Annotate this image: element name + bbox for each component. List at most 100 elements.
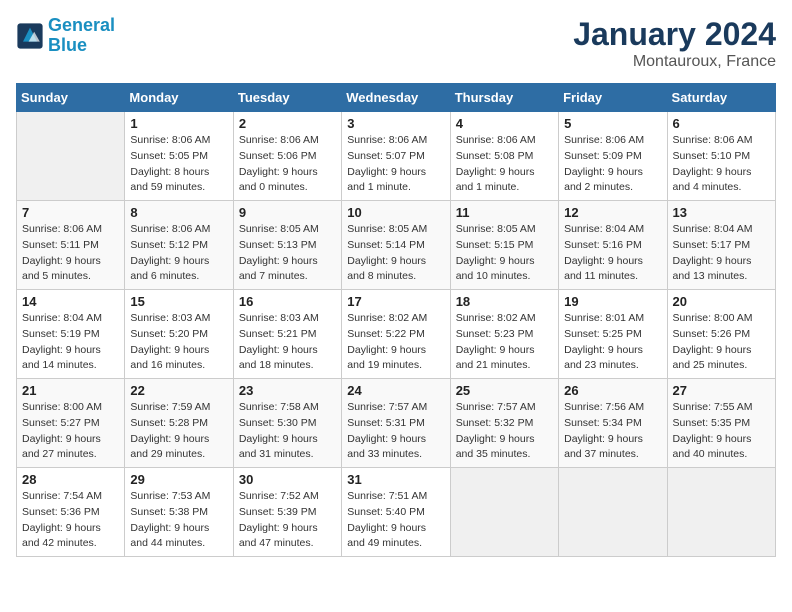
calendar-cell: 25 Sunrise: 7:57 AM Sunset: 5:32 PM Dayli… — [450, 379, 558, 468]
day-info: Sunrise: 8:02 AM Sunset: 5:22 PM Dayligh… — [347, 311, 444, 374]
day-number: 19 — [564, 294, 661, 309]
week-row-1: 7 Sunrise: 8:06 AM Sunset: 5:11 PM Daylig… — [17, 201, 776, 290]
day-number: 2 — [239, 116, 336, 131]
week-row-2: 14Sunrise: 8:04 AM Sunset: 5:19 PM Dayli… — [17, 290, 776, 379]
calendar-cell: 6 Sunrise: 8:06 AM Sunset: 5:10 PM Daylig… — [667, 112, 775, 201]
day-info: Sunrise: 7:52 AM Sunset: 5:39 PM Dayligh… — [239, 489, 336, 552]
day-info: Sunrise: 7:53 AM Sunset: 5:38 PM Dayligh… — [130, 489, 227, 552]
day-info: Sunrise: 8:04 AM Sunset: 5:16 PM Dayligh… — [564, 222, 661, 285]
calendar-cell — [17, 112, 125, 201]
day-info: Sunrise: 8:02 AM Sunset: 5:23 PM Dayligh… — [456, 311, 553, 374]
day-number: 27 — [673, 383, 770, 398]
header-row: SundayMondayTuesdayWednesdayThursdayFrid… — [17, 84, 776, 112]
day-info: Sunrise: 8:06 AM Sunset: 5:10 PM Dayligh… — [673, 133, 770, 196]
day-number: 23 — [239, 383, 336, 398]
day-number: 30 — [239, 472, 336, 487]
calendar-cell: 1Sunrise: 8:06 AM Sunset: 5:05 PM Daylig… — [125, 112, 233, 201]
calendar-cell: 26 Sunrise: 7:56 AM Sunset: 5:34 PM Dayli… — [559, 379, 667, 468]
day-number: 8 — [130, 205, 227, 220]
calendar-cell: 21 Sunrise: 8:00 AM Sunset: 5:27 PM Dayli… — [17, 379, 125, 468]
calendar-cell: 17 Sunrise: 8:02 AM Sunset: 5:22 PM Dayli… — [342, 290, 450, 379]
day-number: 15 — [130, 294, 227, 309]
day-info: Sunrise: 7:57 AM Sunset: 5:31 PM Dayligh… — [347, 400, 444, 463]
calendar-cell: 9 Sunrise: 8:05 AM Sunset: 5:13 PM Daylig… — [233, 201, 341, 290]
calendar-cell: 13 Sunrise: 8:04 AM Sunset: 5:17 PM Dayli… — [667, 201, 775, 290]
day-info: Sunrise: 8:06 AM Sunset: 5:09 PM Dayligh… — [564, 133, 661, 196]
day-info: Sunrise: 8:01 AM Sunset: 5:25 PM Dayligh… — [564, 311, 661, 374]
calendar-cell: 5 Sunrise: 8:06 AM Sunset: 5:09 PM Daylig… — [559, 112, 667, 201]
day-number: 10 — [347, 205, 444, 220]
calendar-title: January 2024 — [573, 16, 776, 53]
calendar-cell: 23 Sunrise: 7:58 AM Sunset: 5:30 PM Dayli… — [233, 379, 341, 468]
day-number: 22 — [130, 383, 227, 398]
day-number: 11 — [456, 205, 553, 220]
calendar-cell: 10 Sunrise: 8:05 AM Sunset: 5:14 PM Dayli… — [342, 201, 450, 290]
day-info: Sunrise: 8:03 AM Sunset: 5:21 PM Dayligh… — [239, 311, 336, 374]
calendar-cell: 12 Sunrise: 8:04 AM Sunset: 5:16 PM Dayli… — [559, 201, 667, 290]
calendar-body: 1Sunrise: 8:06 AM Sunset: 5:05 PM Daylig… — [17, 112, 776, 557]
day-info: Sunrise: 8:04 AM Sunset: 5:17 PM Dayligh… — [673, 222, 770, 285]
day-number: 17 — [347, 294, 444, 309]
day-number: 9 — [239, 205, 336, 220]
day-info: Sunrise: 7:56 AM Sunset: 5:34 PM Dayligh… — [564, 400, 661, 463]
day-number: 28 — [22, 472, 119, 487]
logo-icon — [16, 22, 44, 50]
header: General Blue January 2024 Montauroux, Fr… — [16, 16, 776, 71]
header-cell-monday: Monday — [125, 84, 233, 112]
day-info: Sunrise: 8:06 AM Sunset: 5:12 PM Dayligh… — [130, 222, 227, 285]
logo-text: General Blue — [48, 16, 115, 56]
day-info: Sunrise: 7:55 AM Sunset: 5:35 PM Dayligh… — [673, 400, 770, 463]
day-info: Sunrise: 7:54 AM Sunset: 5:36 PM Dayligh… — [22, 489, 119, 552]
logo-line1: General — [48, 15, 115, 35]
day-number: 16 — [239, 294, 336, 309]
day-number: 31 — [347, 472, 444, 487]
week-row-4: 28 Sunrise: 7:54 AM Sunset: 5:36 PM Dayli… — [17, 468, 776, 557]
day-number: 21 — [22, 383, 119, 398]
day-info: Sunrise: 8:06 AM Sunset: 5:06 PM Dayligh… — [239, 133, 336, 196]
calendar-cell — [667, 468, 775, 557]
day-number: 1 — [130, 116, 227, 131]
calendar-cell: 14Sunrise: 8:04 AM Sunset: 5:19 PM Dayli… — [17, 290, 125, 379]
day-info: Sunrise: 8:06 AM Sunset: 5:11 PM Dayligh… — [22, 222, 119, 285]
day-number: 4 — [456, 116, 553, 131]
header-cell-thursday: Thursday — [450, 84, 558, 112]
day-number: 25 — [456, 383, 553, 398]
day-number: 13 — [673, 205, 770, 220]
calendar-cell: 7 Sunrise: 8:06 AM Sunset: 5:11 PM Daylig… — [17, 201, 125, 290]
day-info: Sunrise: 8:05 AM Sunset: 5:15 PM Dayligh… — [456, 222, 553, 285]
calendar-cell: 18Sunrise: 8:02 AM Sunset: 5:23 PM Dayli… — [450, 290, 558, 379]
calendar-cell: 11 Sunrise: 8:05 AM Sunset: 5:15 PM Dayli… — [450, 201, 558, 290]
day-info: Sunrise: 8:00 AM Sunset: 5:27 PM Dayligh… — [22, 400, 119, 463]
calendar-cell: 29 Sunrise: 7:53 AM Sunset: 5:38 PM Dayli… — [125, 468, 233, 557]
calendar-cell: 19 Sunrise: 8:01 AM Sunset: 5:25 PM Dayli… — [559, 290, 667, 379]
day-number: 6 — [673, 116, 770, 131]
calendar-cell: 2 Sunrise: 8:06 AM Sunset: 5:06 PM Daylig… — [233, 112, 341, 201]
day-info: Sunrise: 7:57 AM Sunset: 5:32 PM Dayligh… — [456, 400, 553, 463]
calendar-cell: 15Sunrise: 8:03 AM Sunset: 5:20 PM Dayli… — [125, 290, 233, 379]
calendar-cell: 8 Sunrise: 8:06 AM Sunset: 5:12 PM Daylig… — [125, 201, 233, 290]
header-cell-saturday: Saturday — [667, 84, 775, 112]
day-info: Sunrise: 8:04 AM Sunset: 5:19 PM Dayligh… — [22, 311, 119, 374]
logo-line2: Blue — [48, 35, 87, 55]
day-info: Sunrise: 7:51 AM Sunset: 5:40 PM Dayligh… — [347, 489, 444, 552]
title-area: January 2024 Montauroux, France — [573, 16, 776, 71]
day-number: 26 — [564, 383, 661, 398]
day-number: 29 — [130, 472, 227, 487]
day-number: 20 — [673, 294, 770, 309]
day-info: Sunrise: 8:05 AM Sunset: 5:14 PM Dayligh… — [347, 222, 444, 285]
day-info: Sunrise: 8:06 AM Sunset: 5:07 PM Dayligh… — [347, 133, 444, 196]
day-number: 7 — [22, 205, 119, 220]
calendar-table: SundayMondayTuesdayWednesdayThursdayFrid… — [16, 83, 776, 557]
calendar-cell: 24Sunrise: 7:57 AM Sunset: 5:31 PM Dayli… — [342, 379, 450, 468]
day-info: Sunrise: 8:05 AM Sunset: 5:13 PM Dayligh… — [239, 222, 336, 285]
day-number: 3 — [347, 116, 444, 131]
calendar-cell: 27 Sunrise: 7:55 AM Sunset: 5:35 PM Dayli… — [667, 379, 775, 468]
calendar-cell: 3 Sunrise: 8:06 AM Sunset: 5:07 PM Daylig… — [342, 112, 450, 201]
calendar-cell: 4Sunrise: 8:06 AM Sunset: 5:08 PM Daylig… — [450, 112, 558, 201]
day-number: 12 — [564, 205, 661, 220]
day-number: 5 — [564, 116, 661, 131]
day-info: Sunrise: 7:58 AM Sunset: 5:30 PM Dayligh… — [239, 400, 336, 463]
header-cell-sunday: Sunday — [17, 84, 125, 112]
day-info: Sunrise: 7:59 AM Sunset: 5:28 PM Dayligh… — [130, 400, 227, 463]
header-cell-friday: Friday — [559, 84, 667, 112]
